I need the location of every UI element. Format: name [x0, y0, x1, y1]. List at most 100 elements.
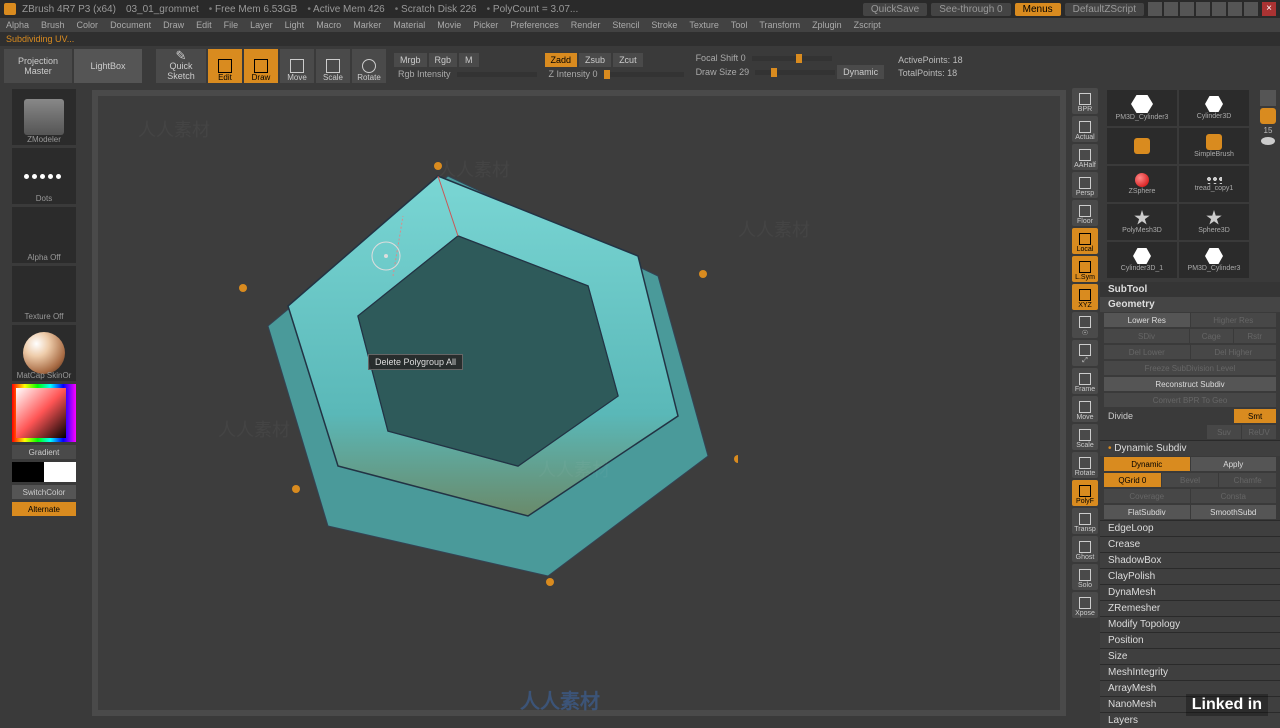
layout-icon-c[interactable]	[1180, 2, 1194, 16]
view-persp-button[interactable]: Persp	[1072, 172, 1098, 198]
menu-stencil[interactable]: Stencil	[612, 20, 639, 30]
menu-macro[interactable]: Macro	[316, 20, 341, 30]
menu-file[interactable]: File	[224, 20, 239, 30]
menu-picker[interactable]: Picker	[473, 20, 498, 30]
view-rotate-button[interactable]: Rotate	[1072, 452, 1098, 478]
rotate-button[interactable]: Rotate	[352, 49, 386, 83]
rgb-toggle[interactable]: Rgb	[429, 53, 458, 67]
geometry-header[interactable]: Geometry	[1100, 297, 1280, 312]
menu-alpha[interactable]: Alpha	[6, 20, 29, 30]
close-icon[interactable]: ×	[1262, 2, 1276, 16]
menu-zplugin[interactable]: Zplugin	[812, 20, 842, 30]
layout-icon-a[interactable]	[1148, 2, 1162, 16]
chamfer-slider[interactable]: Chamfe	[1219, 473, 1276, 487]
suv-toggle[interactable]: Suv	[1207, 425, 1241, 439]
view-transp-button[interactable]: Transp	[1072, 508, 1098, 534]
lightbox-button[interactable]: LightBox	[74, 49, 142, 83]
divide-button[interactable]: Divide	[1104, 409, 1233, 423]
view--button[interactable]: ⤢	[1072, 340, 1098, 366]
subtool-header[interactable]: SubTool	[1100, 282, 1280, 297]
view-local-button[interactable]: Local	[1072, 228, 1098, 254]
m-toggle[interactable]: M	[459, 53, 479, 67]
quicksave-button[interactable]: QuickSave	[863, 3, 927, 16]
view-solo-button[interactable]: Solo	[1072, 564, 1098, 590]
layout-icon-b[interactable]	[1164, 2, 1178, 16]
menu-movie[interactable]: Movie	[437, 20, 461, 30]
canvas-area[interactable]: Delete Polygroup All 人人素材 人人素材 人人素材 人人素材…	[92, 90, 1066, 716]
texture-swatch[interactable]: Texture Off	[12, 266, 76, 322]
dynamic-subdiv-header[interactable]: Dynamic Subdiv	[1100, 440, 1280, 456]
view-lsym-button[interactable]: L.Sym	[1072, 256, 1098, 282]
menus-toggle[interactable]: Menus	[1015, 3, 1061, 16]
minimize-icon[interactable]	[1228, 2, 1242, 16]
rgb-intensity-slider[interactable]	[457, 72, 537, 77]
draw-size-slider[interactable]	[755, 70, 835, 75]
draw-button[interactable]: Draw	[244, 49, 278, 83]
zcut-toggle[interactable]: Zcut	[613, 53, 643, 67]
dynamic-button[interactable]: Dynamic	[1104, 457, 1190, 471]
constant-slider[interactable]: Consta	[1191, 489, 1277, 503]
simple-brush-icon[interactable]	[1260, 108, 1276, 124]
edit-button[interactable]: Edit	[208, 49, 242, 83]
smt-toggle[interactable]: Smt	[1234, 409, 1276, 423]
mrgb-toggle[interactable]: Mrgb	[394, 53, 427, 67]
menu-texture[interactable]: Texture	[689, 20, 719, 30]
smoothsubd-slider[interactable]: SmoothSubd	[1191, 505, 1277, 519]
apply-button[interactable]: Apply	[1191, 457, 1277, 471]
freeze-subdiv-button[interactable]: Freeze SubDivision Level	[1104, 361, 1276, 375]
menu-transform[interactable]: Transform	[759, 20, 800, 30]
view-polyf-button[interactable]: PolyF	[1072, 480, 1098, 506]
tool-tread-copy1[interactable]: tread_copy1	[1179, 166, 1249, 202]
view-ghost-button[interactable]: Ghost	[1072, 536, 1098, 562]
menu-layer[interactable]: Layer	[250, 20, 273, 30]
cage-button[interactable]: Cage	[1190, 329, 1233, 343]
viewport[interactable]: Delete Polygroup All 人人素材 人人素材 人人素材 人人素材…	[98, 96, 1060, 710]
move-button[interactable]: Move	[280, 49, 314, 83]
menu-stroke[interactable]: Stroke	[651, 20, 677, 30]
gradient-button[interactable]: Gradient	[12, 445, 76, 459]
material-swatch[interactable]: MatCap SkinOr	[12, 325, 76, 381]
zadd-toggle[interactable]: Zadd	[545, 53, 578, 67]
tool-cylinder3d[interactable]: Cylinder3D	[1179, 90, 1249, 126]
menu-color[interactable]: Color	[77, 20, 99, 30]
sdiv-slider[interactable]: SDiv	[1104, 329, 1189, 343]
ellipse-icon[interactable]	[1261, 137, 1275, 145]
tool-item[interactable]	[1107, 128, 1177, 164]
menu-zscript[interactable]: Zscript	[854, 20, 881, 30]
section-modify-topology[interactable]: Modify Topology	[1100, 616, 1280, 632]
qgrid-slider[interactable]: QGrid 0	[1104, 473, 1161, 487]
tool-cylinder3d-1[interactable]: Cylinder3D_1	[1107, 242, 1177, 278]
tool-zsphere[interactable]: ZSphere	[1107, 166, 1177, 202]
menu-light[interactable]: Light	[285, 20, 305, 30]
projection-master-button[interactable]: Projection Master	[4, 49, 72, 83]
section-meshintegrity[interactable]: MeshIntegrity	[1100, 664, 1280, 680]
quicksketch-button[interactable]: ✎ Quick Sketch	[156, 49, 206, 83]
secondary-color-swatch[interactable]	[44, 462, 76, 482]
tool-pm3d-cylinder3[interactable]: PM3D_Cylinder3	[1179, 242, 1249, 278]
layout-icon-d[interactable]	[1196, 2, 1210, 16]
section-shadowbox[interactable]: ShadowBox	[1100, 552, 1280, 568]
view-frame-button[interactable]: Frame	[1072, 368, 1098, 394]
main-color-swatch[interactable]	[12, 462, 44, 482]
dynamic-toggle[interactable]: Dynamic	[837, 65, 884, 79]
menu-material[interactable]: Material	[393, 20, 425, 30]
lower-res-button[interactable]: Lower Res	[1104, 313, 1190, 327]
view-actual-button[interactable]: Actual	[1072, 116, 1098, 142]
flatsubdiv-slider[interactable]: FlatSubdiv	[1104, 505, 1190, 519]
view-xpose-button[interactable]: Xpose	[1072, 592, 1098, 618]
tool-polymesh3d[interactable]: PolyMesh3D	[1107, 204, 1177, 240]
rstr-button[interactable]: Rstr	[1234, 329, 1277, 343]
tool-pm3d-cylinder3[interactable]: PM3D_Cylinder3	[1107, 90, 1177, 126]
reuv-button[interactable]: ReUV	[1242, 425, 1276, 439]
stroke-swatch[interactable]: Dots	[12, 148, 76, 204]
coverage-slider[interactable]: Coverage	[1104, 489, 1190, 503]
z-intensity-slider[interactable]	[604, 72, 684, 77]
scale-button[interactable]: Scale	[316, 49, 350, 83]
menu-tool[interactable]: Tool	[731, 20, 748, 30]
section-claypolish[interactable]: ClayPolish	[1100, 568, 1280, 584]
tool-simplebrush[interactable]: SimpleBrush	[1179, 128, 1249, 164]
section-size[interactable]: Size	[1100, 648, 1280, 664]
view-move-button[interactable]: Move	[1072, 396, 1098, 422]
del-higher-button[interactable]: Del Higher	[1191, 345, 1277, 359]
view--button[interactable]: ☉	[1072, 312, 1098, 338]
